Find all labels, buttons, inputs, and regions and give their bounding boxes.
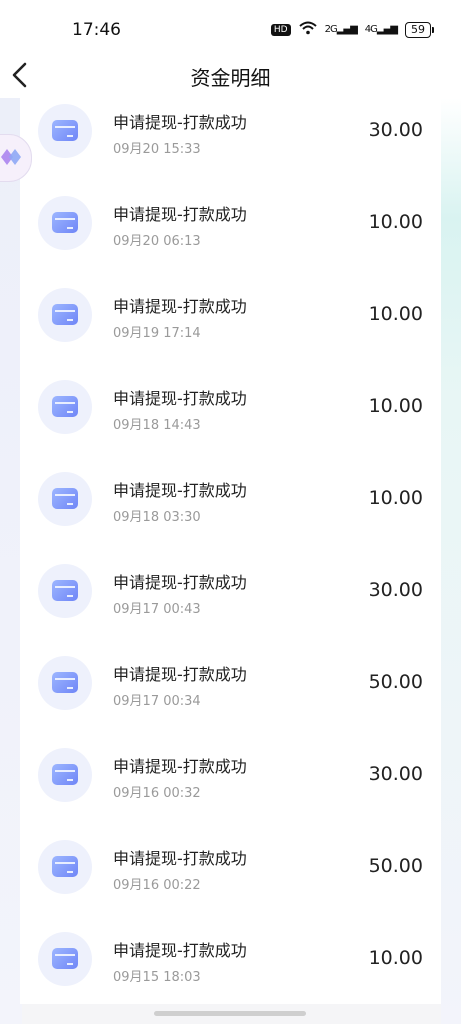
status-time: 17:46 — [72, 20, 121, 40]
record-time: 09月16 00:32 — [113, 786, 201, 801]
record-title: 申请提现-打款成功 — [113, 113, 247, 132]
record-title: 申请提现-打款成功 — [113, 665, 247, 684]
status-bar: 17:46 HD 2G▂▄▆ 4G▂▄▆ 59 — [0, 0, 461, 60]
status-icons: HD 2G▂▄▆ 4G▂▄▆ 59 — [270, 21, 434, 38]
battery-icon: 59 — [405, 21, 434, 38]
list-item[interactable]: 申请提现-打款成功 09月17 00:34 50.00 — [20, 642, 441, 734]
card-icon — [38, 472, 92, 526]
list-item[interactable]: 申请提现-打款成功 09月20 15:33 30.00 — [20, 98, 441, 182]
record-list[interactable]: 申请提现-打款成功 09月20 15:33 30.00 申请提现-打款成功 09… — [20, 98, 441, 1004]
record-time: 09月19 17:14 — [113, 326, 201, 341]
record-amount: 10.00 — [368, 487, 423, 509]
list-item[interactable]: 申请提现-打款成功 09月15 18:03 10.00 — [20, 918, 441, 1004]
signal-2g-icon: 2G▂▄▆ — [324, 24, 358, 35]
record-time: 09月20 06:13 — [113, 234, 201, 249]
card-icon — [38, 932, 92, 986]
record-title: 申请提现-打款成功 — [113, 849, 247, 868]
record-time: 09月16 00:22 — [113, 878, 201, 893]
hd-icon: HD — [270, 23, 291, 36]
card-icon — [38, 104, 92, 158]
record-title: 申请提现-打款成功 — [113, 297, 247, 316]
page-title: 资金明细 — [190, 66, 271, 90]
list-item[interactable]: 申请提现-打款成功 09月17 00:43 30.00 — [20, 550, 441, 642]
record-amount: 10.00 — [368, 303, 423, 325]
list-item[interactable]: 申请提现-打款成功 09月20 06:13 10.00 — [20, 182, 441, 274]
record-title: 申请提现-打款成功 — [113, 389, 247, 408]
record-amount: 10.00 — [368, 211, 423, 233]
record-amount: 30.00 — [368, 119, 423, 141]
record-title: 申请提现-打款成功 — [113, 941, 247, 960]
list-item[interactable]: 申请提现-打款成功 09月16 00:22 50.00 — [20, 826, 441, 918]
record-title: 申请提现-打款成功 — [113, 481, 247, 500]
record-amount: 50.00 — [368, 855, 423, 877]
record-amount: 30.00 — [368, 579, 423, 601]
signal-4g-icon: 4G▂▄▆ — [364, 24, 398, 35]
record-title: 申请提现-打款成功 — [113, 573, 247, 592]
card-icon — [38, 656, 92, 710]
record-amount: 30.00 — [368, 763, 423, 785]
record-amount: 10.00 — [368, 947, 423, 969]
list-item[interactable]: 申请提现-打款成功 09月18 14:43 10.00 — [20, 366, 441, 458]
card-icon — [38, 288, 92, 342]
card-icon — [38, 748, 92, 802]
home-indicator[interactable] — [154, 1011, 306, 1016]
record-time: 09月20 15:33 — [113, 142, 201, 157]
wifi-icon — [298, 21, 317, 38]
background-left — [0, 98, 22, 1024]
card-icon — [38, 840, 92, 894]
record-time: 09月17 00:34 — [113, 694, 201, 709]
record-amount: 50.00 — [368, 671, 423, 693]
record-time: 09月17 00:43 — [113, 602, 201, 617]
record-time: 09月18 14:43 — [113, 418, 201, 433]
list-item[interactable]: 申请提现-打款成功 09月16 00:32 30.00 — [20, 734, 441, 826]
record-title: 申请提现-打款成功 — [113, 757, 247, 776]
background-right — [441, 98, 461, 1024]
card-icon — [38, 564, 92, 618]
card-icon — [38, 380, 92, 434]
card-icon — [38, 196, 92, 250]
record-title: 申请提现-打款成功 — [113, 205, 247, 224]
list-item[interactable]: 申请提现-打款成功 09月19 17:14 10.00 — [20, 274, 441, 366]
record-amount: 10.00 — [368, 395, 423, 417]
record-time: 09月15 18:03 — [113, 970, 201, 985]
record-time: 09月18 03:30 — [113, 510, 201, 525]
nav-bar: 资金明细 — [0, 60, 461, 98]
list-item[interactable]: 申请提现-打款成功 09月18 03:30 10.00 — [20, 458, 441, 550]
